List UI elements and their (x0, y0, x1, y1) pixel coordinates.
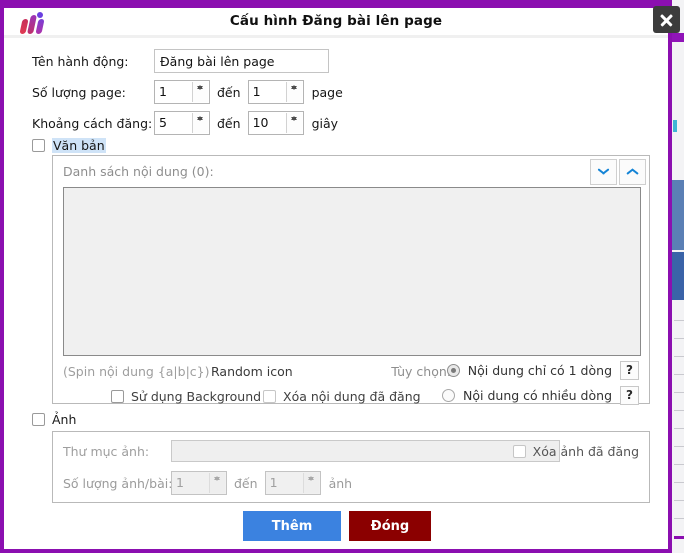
bg-cyan-marker (673, 120, 677, 132)
options-label: Tùy chọn: (391, 364, 451, 379)
interval-from-stepper[interactable]: 5 (154, 111, 210, 135)
bg-purple-strip (672, 33, 684, 42)
bg-list-tick (674, 338, 684, 339)
use-background-label: Sử dụng Background (131, 389, 262, 404)
page-count-to-stepper[interactable]: 1 (247, 80, 304, 104)
bg-blue-panel-upper (672, 180, 684, 250)
image-count-to-stepper[interactable]: 1 (264, 471, 321, 495)
bg-list-tick (674, 518, 684, 519)
delete-posted-content-checkbox[interactable] (263, 390, 276, 403)
delete-posted-content-checkbox-row[interactable]: Xóa nội dung đã đăng (263, 389, 421, 404)
image-section-checkbox[interactable] (32, 413, 45, 426)
page-count-from-stepper[interactable]: 1 (154, 80, 210, 104)
dialog-frame-top-bar (0, 0, 672, 8)
text-section-group: Danh sách nội dung (0): (Spin nội dung {… (52, 155, 650, 405)
image-count-from-stepper-buttons[interactable] (209, 473, 225, 493)
delete-posted-image-checkbox-row[interactable]: Xóa ảnh đã đăng (512, 444, 639, 459)
page-count-to-stepper-buttons[interactable] (285, 82, 302, 102)
bg-list-tick (674, 374, 684, 375)
page-count-from-value: 1 (159, 84, 167, 99)
text-section-label: Văn bản (52, 138, 106, 153)
image-folder-input[interactable] (171, 440, 560, 462)
radio-row-one-line[interactable]: Nội dung chỉ có 1 dòng ? (446, 361, 639, 380)
dialog-window: Cấu hình Đăng bài lên page Tên hành động… (0, 0, 684, 553)
image-count-label: Số lượng ảnh/bài: (63, 475, 173, 491)
dialog-body: Tên hành động: Số lượng page: 1 đến 1 (4, 41, 668, 549)
use-background-checkbox-row[interactable]: Sử dụng Background (111, 389, 261, 404)
add-button[interactable]: Thêm (243, 511, 341, 541)
close-dialog-button[interactable]: Đóng (349, 511, 431, 541)
interval-between-label: đến (217, 115, 241, 131)
page-count-label: Số lượng page: (32, 84, 126, 100)
page-count-from-stepper-buttons[interactable] (192, 82, 208, 102)
page-count-row: Số lượng page: 1 đến 1 page (32, 80, 343, 104)
action-name-row: Tên hành động: (32, 49, 329, 73)
image-section-label: Ảnh (52, 412, 77, 427)
radio-row-multi-line[interactable]: Nội dung có nhiều dòng ? (442, 386, 639, 405)
action-name-label: Tên hành động: (32, 53, 129, 69)
bg-list-tick (674, 464, 684, 465)
image-count-between-label: đến (234, 475, 258, 491)
bg-list-tick (674, 410, 684, 411)
image-count-unit-label: ảnh (328, 475, 353, 491)
spin-syntax-hint: (Spin nội dung {a|b|c}) (63, 364, 210, 379)
dialog-title: Cấu hình Đăng bài lên page (229, 13, 443, 29)
bg-list-tick (674, 500, 684, 501)
use-background-checkbox[interactable] (111, 390, 124, 403)
interval-to-value: 10 (252, 115, 269, 130)
image-count-from-stepper[interactable]: 1 (171, 471, 227, 495)
interval-unit-label: giây (311, 115, 339, 131)
bg-list-tick (674, 482, 684, 483)
help-icon-one-line[interactable]: ? (620, 361, 639, 380)
background-app-sliver (672, 0, 684, 553)
chevron-up-glyph (627, 168, 638, 175)
random-icon-label[interactable]: Random icon (211, 364, 293, 379)
page-count-unit-label: page (311, 84, 343, 100)
page-count-between-label: đến (217, 84, 241, 100)
bg-list-tick (674, 428, 684, 429)
delete-posted-image-checkbox[interactable] (512, 445, 526, 458)
bg-list-tick (674, 356, 684, 357)
bg-list-tick (674, 446, 684, 447)
bg-list-tick (674, 392, 684, 393)
chevron-down-glyph (598, 168, 609, 175)
delete-posted-image-label: Xóa ảnh đã đăng (532, 444, 639, 459)
title-separator (4, 35, 668, 38)
bg-blue-panel-lower (672, 252, 684, 300)
delete-posted-content-label: Xóa nội dung đã đăng (283, 389, 421, 404)
page-count-to-value: 1 (252, 84, 261, 99)
image-count-from-value: 1 (176, 475, 184, 490)
interval-to-stepper-buttons[interactable] (285, 113, 302, 133)
interval-from-value: 5 (159, 115, 167, 130)
radio-multi-line-label: Nội dung có nhiều dòng (463, 388, 612, 403)
dialog-footer: Thêm Đóng (4, 511, 668, 549)
radio-one-line-label: Nội dung chỉ có 1 dòng (467, 363, 612, 378)
bg-list-tick (674, 320, 684, 321)
chevron-down-icon[interactable] (590, 159, 617, 185)
radio-one-line[interactable] (446, 364, 460, 377)
image-count-to-value: 1 (269, 475, 278, 490)
image-folder-label: Thư mục ảnh: (63, 444, 150, 459)
interval-from-stepper-buttons[interactable] (192, 113, 208, 133)
chevron-up-icon[interactable] (619, 159, 646, 185)
interval-to-stepper[interactable]: 10 (247, 111, 304, 135)
interval-row: Khoảng cách đăng: 5 đến 10 giây (32, 111, 338, 135)
radio-multi-line[interactable] (442, 389, 456, 402)
image-count-row: Số lượng ảnh/bài: 1 đến 1 ảnh (63, 471, 352, 495)
help-icon-multi-line[interactable]: ? (620, 386, 639, 405)
close-icon[interactable] (653, 6, 680, 33)
content-listbox[interactable] (63, 187, 641, 356)
content-list-label: Danh sách nội dung (0): (63, 164, 214, 179)
image-count-to-stepper-buttons[interactable] (302, 473, 319, 493)
bg-purple-line (674, 536, 684, 539)
text-section-checkbox-row[interactable]: Văn bản (32, 138, 106, 153)
text-section-checkbox[interactable] (32, 139, 45, 152)
interval-label: Khoảng cách đăng: (32, 115, 153, 131)
image-section-group: Thư mục ảnh: Xóa ảnh đã đăng Số lượng ản… (52, 431, 650, 503)
title-bar: Cấu hình Đăng bài lên page (4, 8, 668, 38)
image-section-checkbox-row[interactable]: Ảnh (32, 412, 76, 427)
action-name-input[interactable] (154, 49, 329, 73)
